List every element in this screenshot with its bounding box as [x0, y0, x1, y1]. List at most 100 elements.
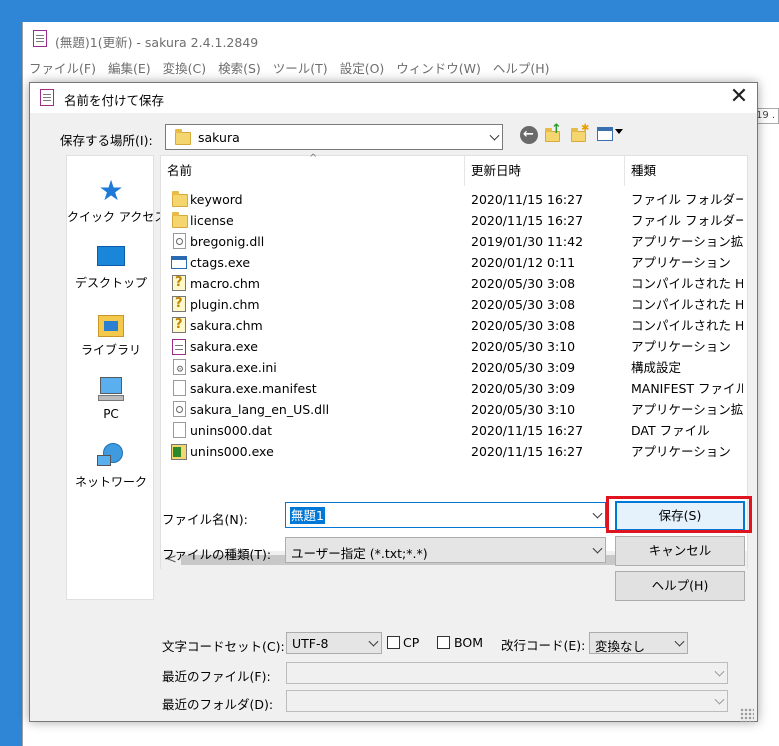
- cancel-button[interactable]: キャンセル: [615, 536, 745, 566]
- dropdown-arrow-icon: [615, 129, 623, 134]
- view-menu-button[interactable]: [597, 127, 625, 143]
- file-row[interactable]: bregonig.dll 2019/01/30 11:42 アプリケーション拡張: [161, 231, 747, 252]
- dll-file-icon: [173, 401, 186, 417]
- place-library[interactable]: ライブラリ: [67, 309, 155, 358]
- highlight-annotation: [606, 496, 752, 533]
- file-row[interactable]: ? sakura.chm 2020/05/30 3:08 コンパイルされた HT…: [161, 315, 747, 336]
- file-row[interactable]: ctags.exe 2020/01/12 0:11 アプリケーション: [161, 252, 747, 273]
- column-header-type[interactable]: 種類: [625, 156, 747, 186]
- places-bar: ★ クイック アクセス デスクトップ ライブラリ PC ネットワーク: [66, 155, 167, 600]
- back-arrow-icon: ←: [523, 127, 534, 142]
- back-button[interactable]: ←: [520, 126, 538, 144]
- eol-select[interactable]: 変換なし: [589, 632, 688, 654]
- desktop-icon: [95, 242, 127, 272]
- place-quick-access[interactable]: ★ クイック アクセス: [67, 174, 167, 225]
- filetype-value: ユーザー指定 (*.txt;*.*): [291, 546, 428, 561]
- chevron-down-icon: [714, 666, 725, 677]
- location-combo[interactable]: sakura: [165, 124, 503, 150]
- sort-ascending-icon: ^: [309, 153, 318, 164]
- network-icon: [95, 441, 127, 471]
- file-row[interactable]: license 2020/11/15 16:27 ファイル フォルダー: [161, 210, 747, 231]
- close-icon: ✕: [729, 84, 749, 109]
- charset-value: UTF-8: [292, 636, 329, 651]
- cp-checkbox[interactable]: [387, 636, 400, 649]
- place-label: PC: [103, 407, 119, 421]
- library-icon: [95, 309, 127, 339]
- menu-help[interactable]: ヘルプ(H): [487, 58, 556, 80]
- filetype-label: ファイルの種類(T):: [162, 547, 272, 562]
- chevron-down-icon: [674, 636, 685, 647]
- folder-icon: [175, 129, 191, 145]
- save-as-dialog: 名前を付けて保存 ✕ 保存する場所(I): sakura ← ↑ ✱ ★ クイッ…: [29, 82, 758, 722]
- dialog-title: 名前を付けて保存: [64, 93, 165, 108]
- menu-edit[interactable]: 編集(E): [102, 58, 157, 80]
- file-row[interactable]: unins000.exe 2020/11/15 16:27 アプリケーション: [161, 441, 747, 462]
- chevron-down-icon: [368, 636, 379, 647]
- recent-file-select[interactable]: [286, 662, 728, 684]
- bom-checkbox[interactable]: [437, 636, 450, 649]
- recent-folder-select[interactable]: [286, 690, 728, 712]
- quick-access-icon: ★: [98, 174, 124, 207]
- filename-label: ファイル名(N):: [162, 512, 248, 527]
- file-row[interactable]: ? macro.chm 2020/05/30 3:08 コンパイルされた HT.…: [161, 273, 747, 294]
- charset-select[interactable]: UTF-8: [286, 632, 382, 654]
- setup-exe-icon: [171, 444, 187, 460]
- menu-file[interactable]: ファイル(F): [23, 58, 102, 80]
- cp-label: CP: [403, 635, 420, 650]
- app-title: (無題)1(更新) - sakura 2.4.1.2849: [55, 35, 259, 50]
- folder-icon: [172, 191, 188, 207]
- up-folder-button[interactable]: ↑: [544, 122, 564, 145]
- chevron-down-icon: [714, 694, 725, 705]
- dll-file-icon: [173, 233, 186, 249]
- view-grid-icon: [597, 127, 613, 141]
- resize-grip-icon[interactable]: [740, 708, 754, 722]
- location-label: 保存する場所(I):: [60, 133, 153, 148]
- chm-help-icon: ?: [172, 317, 186, 333]
- file-row[interactable]: sakura.exe 2020/05/30 3:10 アプリケーション: [161, 336, 747, 357]
- place-label: ライブラリ: [80, 343, 141, 357]
- file-row[interactable]: unins000.dat 2020/11/15 16:27 DAT ファイル: [161, 420, 747, 441]
- place-pc[interactable]: PC: [67, 375, 155, 421]
- pc-icon: [95, 375, 127, 405]
- place-label: デスクトップ: [74, 276, 147, 290]
- file-list-header: 名前 ^ 更新日時 種類: [161, 153, 747, 186]
- place-label: クイック アクセス: [67, 210, 167, 224]
- close-button[interactable]: ✕: [722, 83, 756, 113]
- help-button[interactable]: ヘルプ(H): [615, 571, 745, 601]
- filename-value: 無題1: [290, 507, 325, 524]
- new-folder-button[interactable]: ✱: [570, 123, 590, 145]
- file-row[interactable]: ? plugin.chm 2020/05/30 3:08 コンパイルされた HT…: [161, 294, 747, 315]
- menu-tools[interactable]: ツール(T): [267, 58, 334, 80]
- menu-convert[interactable]: 変換(C): [157, 58, 212, 80]
- sakura-exe-icon: [172, 339, 186, 355]
- file-row[interactable]: ⚙ sakura.exe.ini 2020/05/30 3:09 構成設定: [161, 357, 747, 378]
- dialog-titlebar: 名前を付けて保存 ✕: [30, 83, 757, 113]
- ini-settings-icon: ⚙: [173, 359, 186, 375]
- eol-value: 変換なし: [595, 639, 646, 654]
- chevron-down-icon[interactable]: [592, 508, 603, 519]
- sakura-app-icon: [33, 30, 47, 47]
- file-icon: [173, 380, 186, 396]
- place-network[interactable]: ネットワーク: [67, 441, 155, 490]
- chm-help-icon: ?: [172, 275, 186, 291]
- eol-label: 改行コード(E):: [501, 638, 586, 653]
- chm-help-icon: ?: [172, 296, 186, 312]
- filename-input[interactable]: 無題1: [285, 502, 606, 528]
- file-row[interactable]: sakura_lang_en_US.dll 2020/05/30 3:10 アプ…: [161, 399, 747, 420]
- file-icon: [173, 422, 186, 438]
- menu-window[interactable]: ウィンドウ(W): [390, 58, 487, 80]
- bom-label: BOM: [454, 635, 483, 650]
- filetype-select[interactable]: ユーザー指定 (*.txt;*.*): [285, 537, 606, 563]
- charset-label: 文字コードセット(C):: [162, 639, 285, 654]
- chevron-down-icon: [592, 543, 603, 554]
- location-value: sakura: [198, 130, 240, 145]
- place-desktop[interactable]: デスクトップ: [67, 242, 155, 291]
- exe-file-icon: [171, 256, 187, 269]
- column-header-date[interactable]: 更新日時: [465, 156, 625, 186]
- menu-settings[interactable]: 設定(O): [334, 58, 391, 80]
- file-row[interactable]: keyword 2020/11/15 16:27 ファイル フォルダー: [161, 189, 747, 210]
- file-row[interactable]: sakura.exe.manifest 2020/05/30 3:09 MANI…: [161, 378, 747, 399]
- chevron-down-icon: [489, 130, 500, 141]
- place-label: ネットワーク: [74, 475, 147, 489]
- menu-search[interactable]: 検索(S): [212, 58, 267, 80]
